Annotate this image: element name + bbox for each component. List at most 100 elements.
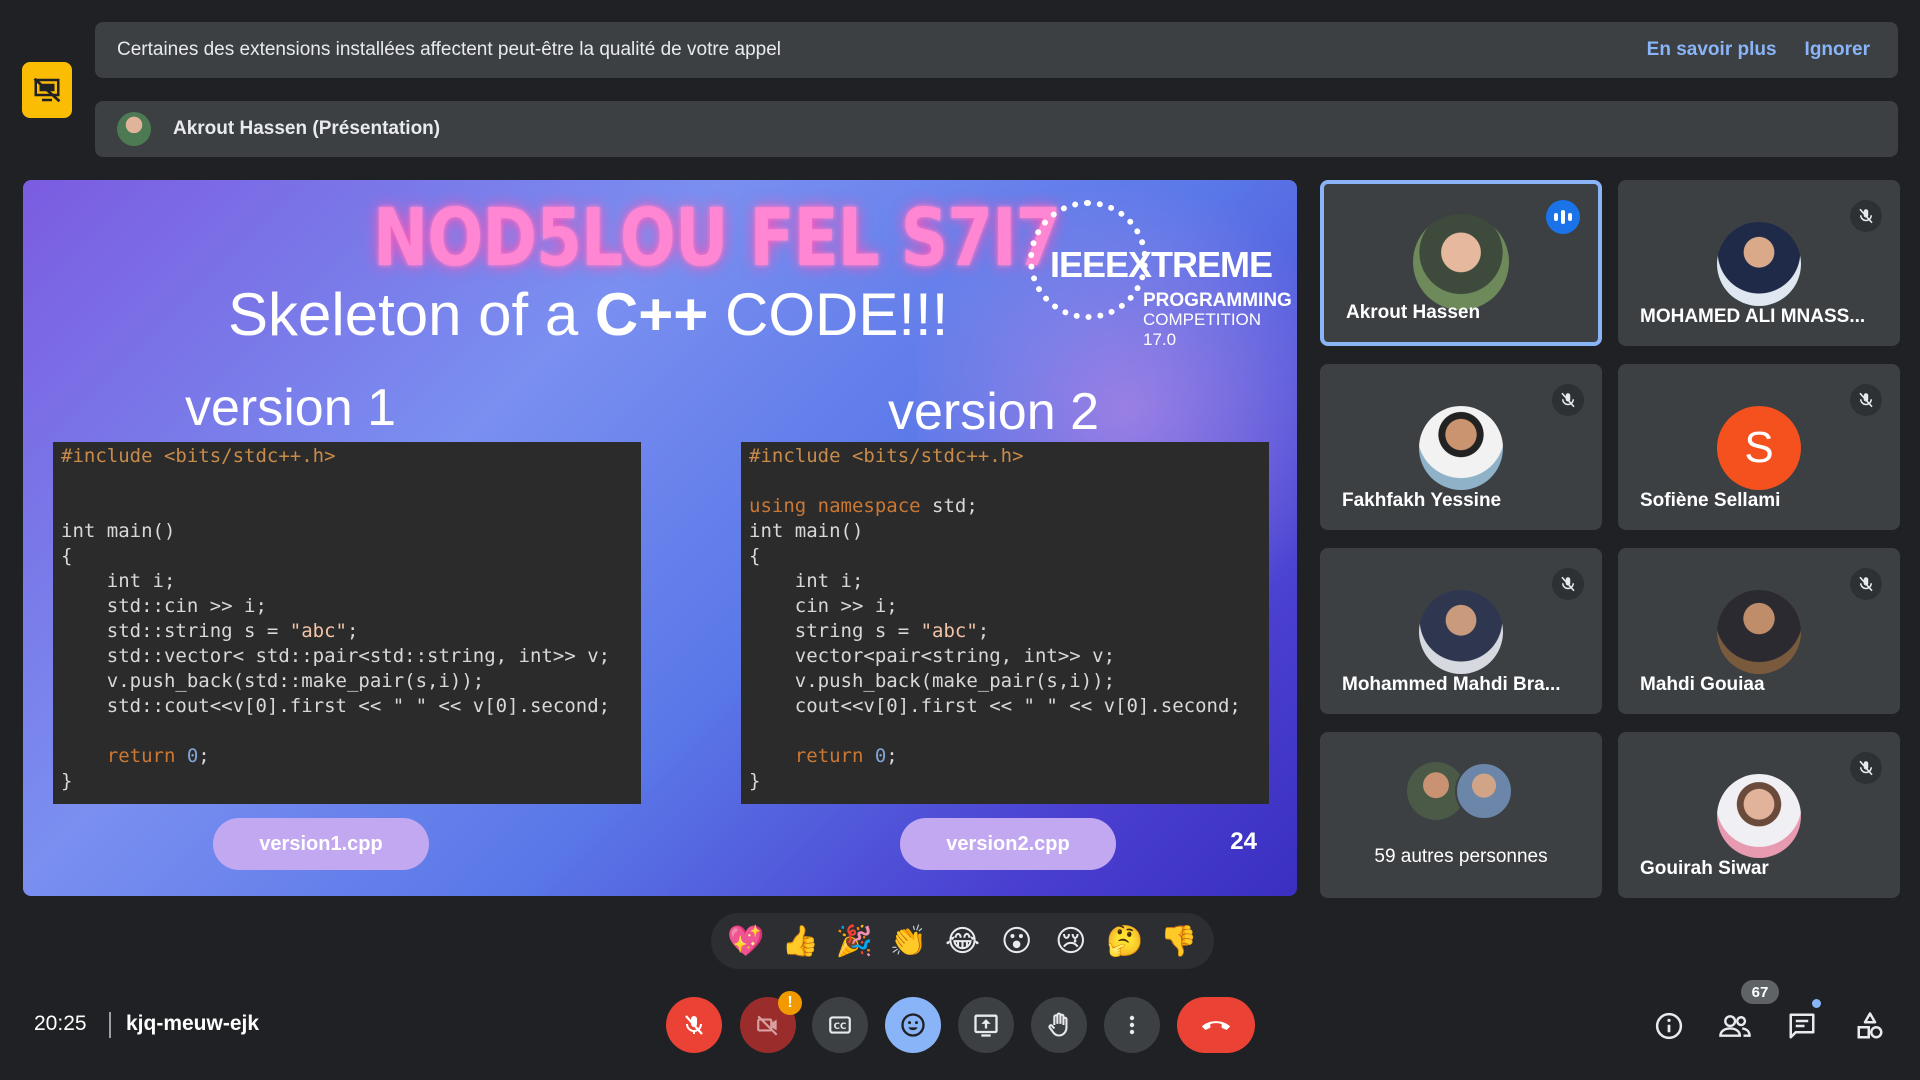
meet-window: Certaines des extensions installées affe…: [0, 0, 1920, 1080]
code-line: ;: [346, 620, 359, 642]
raise-hand-button[interactable]: [1031, 997, 1087, 1053]
code-line: {: [749, 545, 761, 567]
reaction-heart[interactable]: 💖: [723, 924, 769, 959]
code-line: v.push_back(make_pair(s,i));: [749, 670, 1116, 692]
participant-name: Mahdi Gouiaa: [1640, 674, 1765, 695]
reaction-surprised[interactable]: 😮: [994, 924, 1040, 959]
reaction-laugh[interactable]: 😂: [939, 924, 985, 959]
participant-name: Fakhfakh Yessine: [1342, 490, 1502, 511]
code-number: 0: [874, 745, 887, 767]
learn-more-link[interactable]: En savoir plus: [1647, 39, 1777, 61]
code-keyword: return: [749, 745, 875, 767]
participant-tile[interactable]: Mohammed Mahdi Bra...: [1320, 548, 1602, 714]
leave-call-button[interactable]: [1177, 997, 1255, 1053]
logo-competition-text: COMPETITION 17.0: [1143, 310, 1262, 349]
participant-tile[interactable]: Gouirah Siwar: [1618, 732, 1900, 898]
more-options-button[interactable]: [1104, 997, 1160, 1053]
activities-icon: [1857, 1012, 1883, 1039]
extensions-notice-banner: Certaines des extensions installées affe…: [95, 22, 1898, 78]
avatar: [1717, 590, 1801, 674]
code-line: }: [61, 770, 73, 792]
emoji-reactions-button[interactable]: [885, 997, 941, 1053]
participant-tile[interactable]: S Sofiène Sellami: [1618, 364, 1900, 530]
mic-off-icon: [1552, 568, 1584, 600]
code-line: std;: [920, 495, 978, 517]
people-icon: [1719, 1015, 1751, 1037]
mic-off-icon: [1850, 200, 1882, 232]
code-line: }: [749, 770, 761, 792]
code-line: int main(): [749, 520, 864, 542]
code-line: ;: [977, 620, 990, 642]
logo-programming-text: PROGRAMMING: [1143, 290, 1292, 311]
reaction-clap[interactable]: 👏: [885, 924, 931, 959]
shared-screen-slide[interactable]: NOD5LOU FEL S7I7 Skeleton of a C++ CODE!…: [23, 180, 1297, 896]
present-screen-icon: [974, 1014, 998, 1037]
reaction-thinking[interactable]: 🤔: [1102, 924, 1148, 959]
reaction-party[interactable]: 🎉: [831, 924, 877, 959]
avatar: [1413, 214, 1509, 310]
code-line: std::cout<<v[0].first << " " << v[0].sec…: [61, 695, 611, 717]
code-keyword: using namespace: [749, 495, 921, 517]
people-button[interactable]: [1715, 1006, 1755, 1046]
participant-tile[interactable]: Akrout Hassen: [1320, 180, 1602, 346]
participant-count-badge: 67: [1741, 980, 1779, 1004]
info-icon: [1655, 1012, 1683, 1040]
speaking-indicator-icon: [1546, 200, 1580, 234]
code-line: std::vector< std::pair<std::string, int>…: [61, 645, 611, 667]
presentation-banner: Akrout Hassen (Présentation): [95, 101, 1898, 157]
mic-toggle-button[interactable]: [666, 997, 722, 1053]
notice-text: Certaines des extensions installées affe…: [117, 39, 782, 60]
mic-off-icon: [685, 1015, 703, 1035]
meeting-details-button[interactable]: [1649, 1006, 1689, 1046]
avatar: [1717, 774, 1801, 858]
code-line: cout<<v[0].first << " " << v[0].second;: [749, 695, 1241, 717]
participant-tile[interactable]: Fakhfakh Yessine: [1320, 364, 1602, 530]
code-line: int main(): [61, 520, 176, 542]
code-line: {: [61, 545, 73, 567]
code-line: ;: [198, 745, 210, 767]
code-string: "abc": [289, 620, 347, 642]
participant-tile[interactable]: MOHAMED ALI MNASS...: [1618, 180, 1900, 346]
captions-button[interactable]: CC: [812, 997, 868, 1053]
reaction-thumbs-down[interactable]: 👎: [1156, 924, 1202, 959]
camera-toggle-button[interactable]: !: [740, 991, 802, 1053]
version1-file-button: version1.cpp: [213, 818, 429, 870]
code-line: string s =: [749, 620, 921, 642]
participant-name: Gouirah Siwar: [1640, 858, 1769, 879]
raise-hand-icon: [1048, 1012, 1068, 1037]
emoji-icon: [901, 1013, 925, 1037]
captions-icon: CC: [829, 1016, 851, 1034]
ignore-button[interactable]: Ignorer: [1805, 39, 1870, 61]
avatar: [1455, 762, 1513, 820]
presenter-avatar: [117, 112, 151, 146]
meeting-time: 20:25: [34, 1012, 87, 1035]
reactions-bar: 💖 👍 🎉 👏 😂 😮 😢 🤔 👎: [711, 913, 1214, 969]
presentation-off-icon[interactable]: [22, 62, 72, 118]
reaction-thumbs-up[interactable]: 👍: [777, 924, 823, 959]
activities-button[interactable]: [1850, 1006, 1890, 1046]
code-line: int i;: [61, 570, 176, 592]
chat-button[interactable]: [1782, 1006, 1822, 1046]
slide-page-number: 24: [1230, 828, 1257, 855]
others-tile[interactable]: 59 autres personnes: [1320, 732, 1602, 898]
participant-name: MOHAMED ALI MNASS...: [1640, 306, 1866, 327]
avatar: S: [1717, 406, 1801, 490]
participant-tile[interactable]: Mahdi Gouiaa: [1618, 548, 1900, 714]
code-line: cin >> i;: [749, 595, 898, 617]
slide-title: NOD5LOU FEL S7I7: [373, 192, 1062, 285]
meeting-code: kjq-meuw-ejk: [126, 1012, 260, 1035]
code-block-version1: #include <bits/stdc++.h> int main() { in…: [53, 442, 641, 804]
more-vertical-icon: [1129, 1015, 1135, 1035]
code-line: v.push_back(std::make_pair(s,i));: [61, 670, 485, 692]
camera-warning-badge: !: [778, 991, 802, 1015]
reaction-sad[interactable]: 😢: [1048, 924, 1094, 959]
chat-icon: [1789, 1013, 1815, 1039]
code-line: ;: [886, 745, 898, 767]
code-line: vector<pair<string, int>> v;: [749, 645, 1116, 667]
svg-text:CC: CC: [834, 1022, 847, 1032]
avatar: [1419, 590, 1503, 674]
present-now-button[interactable]: [958, 997, 1014, 1053]
mic-off-icon: [1850, 384, 1882, 416]
code-line: #include <bits/stdc++.h>: [749, 445, 1024, 467]
others-count-label: 59 autres personnes: [1374, 846, 1548, 867]
